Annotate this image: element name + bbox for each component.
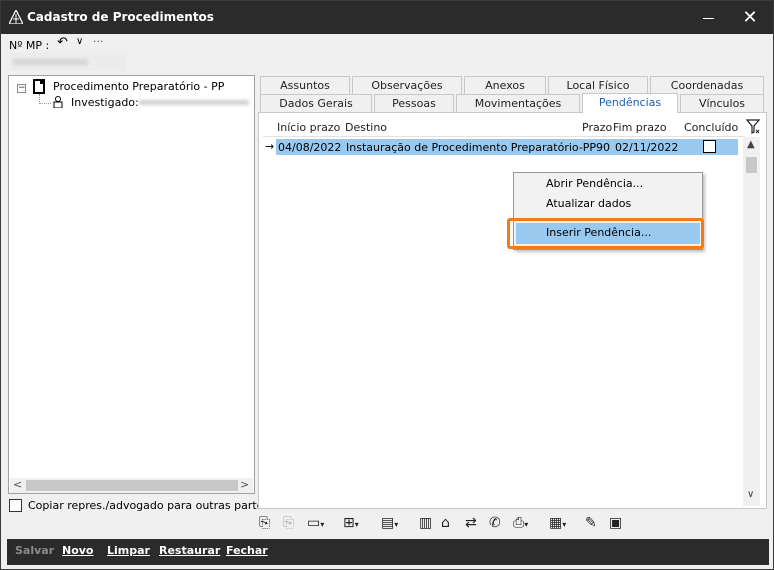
- clipboard-icon[interactable]: ▥: [419, 515, 432, 531]
- copy-document-icon: ⎘: [283, 515, 295, 531]
- investigado-name: [137, 97, 253, 108]
- title-bar: Cadastro de Procedimentos ✕: [1, 1, 773, 34]
- calendar-icon[interactable]: ▦▾: [549, 515, 566, 531]
- tab-pessoas[interactable]: Pessoas: [374, 94, 454, 112]
- save-button[interactable]: Salvar: [15, 544, 54, 557]
- bottom-action-bar: Salvar Novo Limpar Restaurar Fechar: [7, 539, 769, 565]
- mp-number-field[interactable]: [9, 53, 127, 71]
- close-button[interactable]: Fechar: [226, 544, 268, 557]
- scroll-thumb[interactable]: [26, 480, 238, 491]
- chevron-down-icon[interactable]: ∨: [76, 36, 83, 47]
- tab-local-fisico[interactable]: Local Físico: [548, 76, 648, 94]
- archive-icon[interactable]: ▣: [609, 515, 622, 531]
- hierarchy-icon[interactable]: ⊞▾: [343, 515, 359, 531]
- document-stack-icon[interactable]: ▤▾: [381, 515, 398, 531]
- more-icon[interactable]: ···: [93, 35, 104, 48]
- phone-icon[interactable]: ✆: [489, 515, 501, 531]
- document-icon: [33, 79, 45, 94]
- cell-fim-prazo: 02/11/2022: [615, 141, 679, 154]
- tab-movimentacoes[interactable]: Movimentações: [456, 94, 580, 112]
- tree-collapse-icon[interactable]: −: [17, 84, 26, 93]
- tab-coordenadas[interactable]: Coordenadas: [650, 76, 764, 94]
- scroll-down-icon[interactable]: ∨: [747, 489, 754, 500]
- document-edit-icon[interactable]: ✎: [585, 515, 597, 531]
- tree-child-label[interactable]: Investigado:: [71, 96, 139, 109]
- menu-item-atualizar-dados[interactable]: Atualizar dados: [546, 197, 631, 210]
- restore-button[interactable]: Restaurar: [159, 544, 220, 557]
- add-document-icon[interactable]: ⎘: [259, 515, 270, 531]
- transfer-icon[interactable]: ⇄: [465, 515, 477, 531]
- tab-observacoes[interactable]: Observações: [352, 76, 462, 94]
- procedure-tree: − Procedimento Preparatório - PP Investi…: [8, 75, 255, 494]
- action-toolbar: ⎘ ⎘ ▭▾ ⊞▾ ▤▾ ▥ ⌂ ⇄ ✆ ⎙▾ ▦▾ ✎ ▣: [259, 515, 639, 537]
- copy-repres-checkbox[interactable]: [9, 499, 22, 512]
- tab-anexos[interactable]: Anexos: [464, 76, 546, 94]
- app-logo-icon: [9, 10, 23, 24]
- column-destino[interactable]: Destino: [345, 121, 387, 134]
- tree-root-label[interactable]: Procedimento Preparatório - PP: [53, 80, 224, 93]
- app-window: Cadastro de Procedimentos ✕ Nº MP : ↶ ∨ …: [0, 0, 774, 570]
- scroll-thumb[interactable]: [746, 157, 757, 173]
- tree-connector: [39, 103, 51, 104]
- menu-item-abrir-pendencia[interactable]: Abrir Pendência...: [546, 177, 643, 190]
- close-icon[interactable]: ✕: [733, 5, 767, 31]
- column-inicio-prazo[interactable]: Início prazo: [277, 121, 340, 134]
- print-icon[interactable]: ⎙▾: [513, 515, 528, 531]
- open-folder-icon[interactable]: ⌂: [441, 515, 450, 531]
- cell-destino: Instauração de Procedimento Preparatório…: [346, 141, 597, 154]
- tree-horizontal-scrollbar[interactable]: < >: [10, 478, 253, 493]
- folder-icon[interactable]: ▭▾: [307, 515, 324, 531]
- copy-repres-label: Copiar repres./advogado para outras part…: [28, 499, 270, 512]
- highlight-outline: [507, 218, 704, 249]
- row-indicator-icon: →: [265, 140, 275, 153]
- undo-arrow-icon[interactable]: ↶: [57, 35, 68, 50]
- scroll-up-icon[interactable]: ▲: [747, 139, 755, 150]
- tab-pendencias[interactable]: Pendências: [582, 93, 678, 113]
- scroll-left-icon[interactable]: <: [13, 478, 22, 491]
- concluido-checkbox[interactable]: [703, 140, 716, 153]
- clear-button[interactable]: Limpar: [107, 544, 150, 557]
- tab-assuntos[interactable]: Assuntos: [260, 76, 350, 94]
- person-icon: [53, 96, 63, 108]
- cell-inicio-prazo: 04/08/2022: [278, 141, 342, 154]
- window-title: Cadastro de Procedimentos: [27, 10, 214, 24]
- mp-label: Nº MP :: [9, 39, 50, 52]
- column-concluido[interactable]: Concluído: [684, 121, 738, 134]
- tab-vinculos[interactable]: Vínculos: [680, 94, 764, 112]
- new-button[interactable]: Novo: [62, 544, 94, 557]
- minimize-icon[interactable]: [691, 5, 725, 31]
- cell-prazo: 90: [596, 141, 610, 154]
- scroll-right-icon[interactable]: >: [240, 478, 249, 491]
- filter-icon[interactable]: [746, 119, 760, 135]
- column-fim-prazo[interactable]: Fim prazo: [613, 121, 667, 134]
- grid-vertical-scrollbar[interactable]: ▲ ∨: [743, 137, 760, 506]
- tab-dados-gerais[interactable]: Dados Gerais: [260, 94, 372, 112]
- grid-header: Início prazo Destino Prazo Fim prazo Con…: [263, 119, 745, 137]
- column-prazo[interactable]: Prazo: [582, 121, 612, 134]
